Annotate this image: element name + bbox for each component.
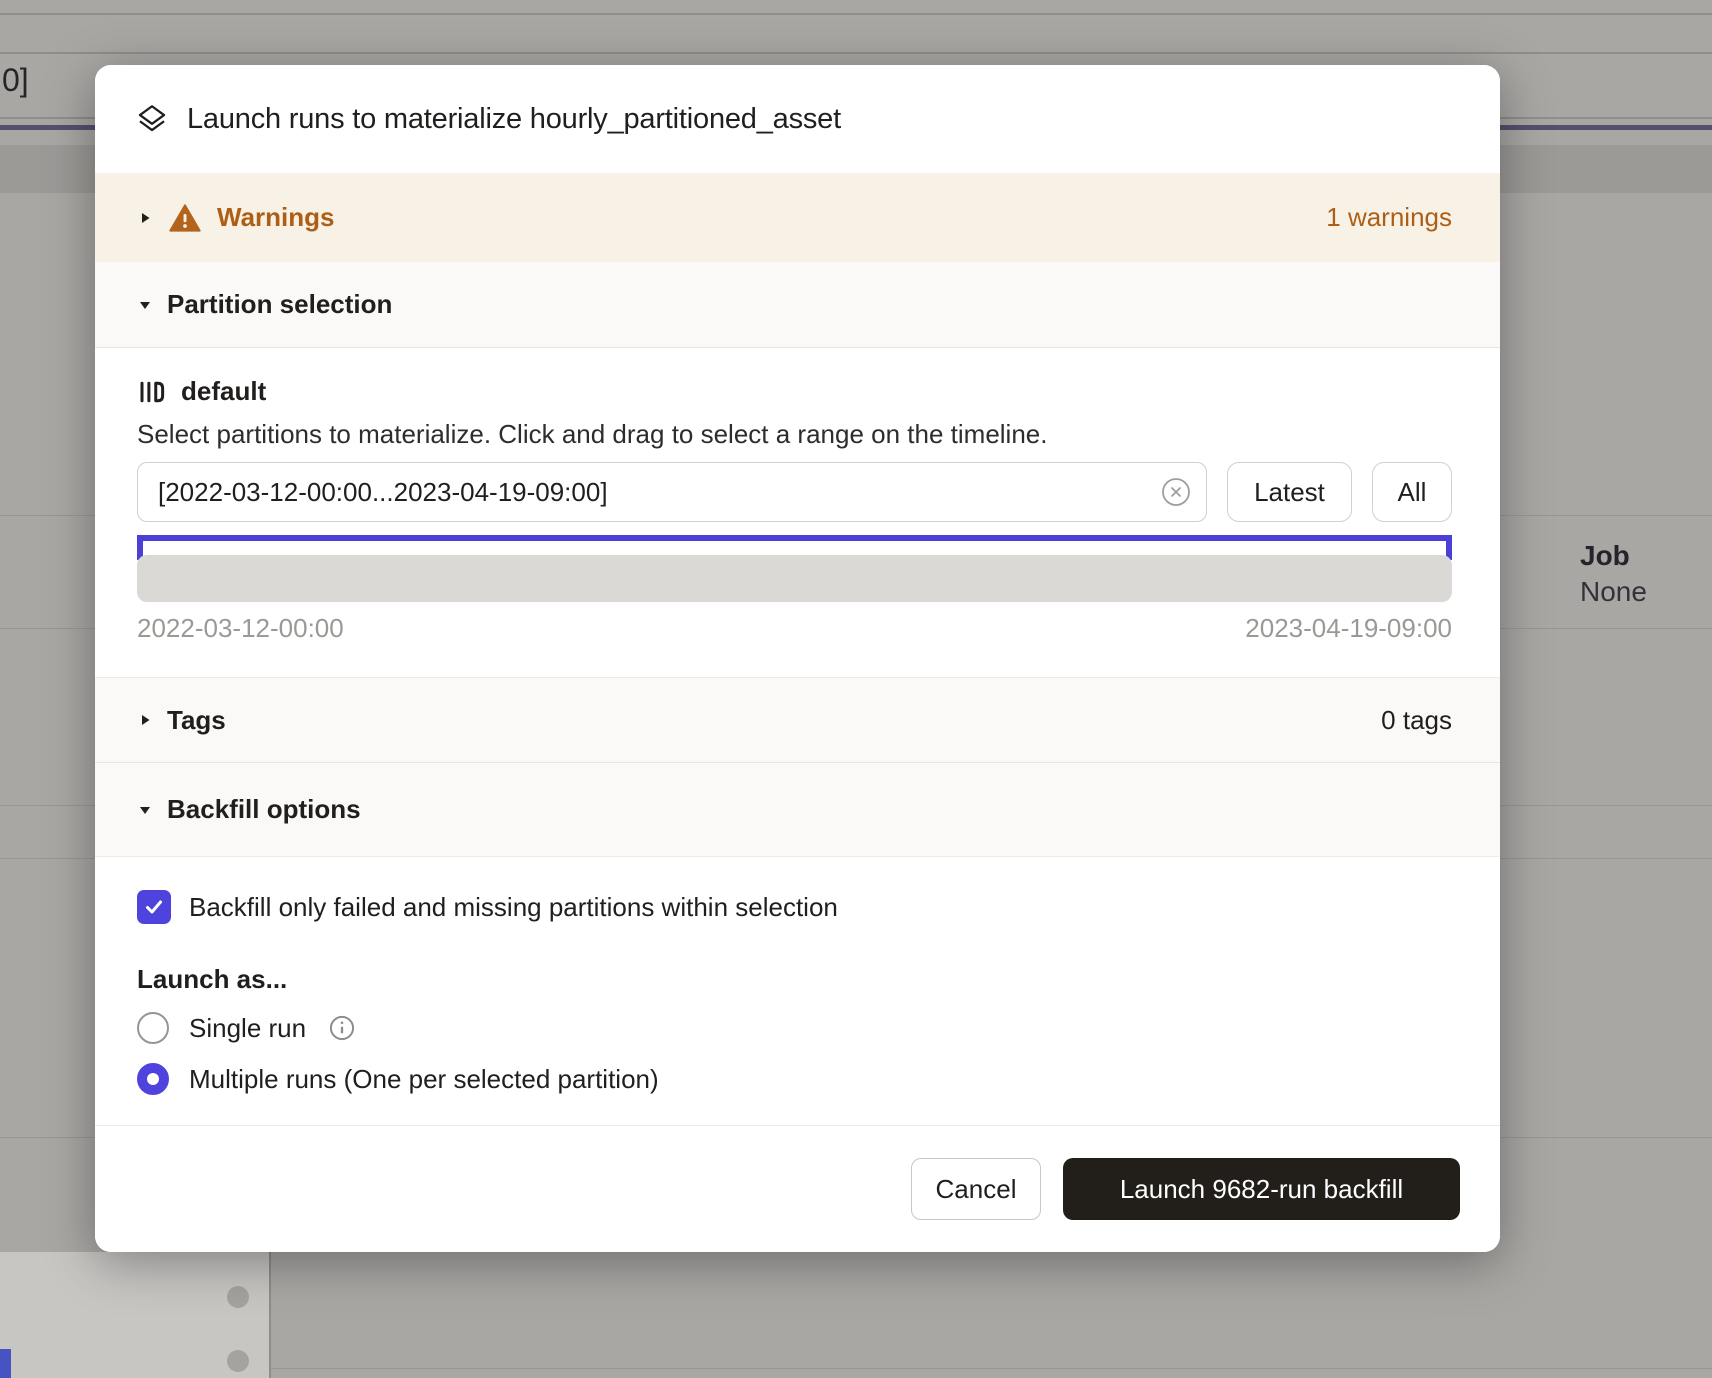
warning-icon — [169, 203, 201, 233]
partition-set-row: default — [137, 376, 1452, 407]
tags-label: Tags — [167, 705, 226, 736]
bg-status-dot — [227, 1286, 249, 1308]
bg-truncated-text: 0] — [2, 62, 29, 99]
single-run-label: Single run — [189, 1013, 306, 1044]
multiple-runs-radio-row[interactable]: Multiple runs (One per selected partitio… — [137, 1061, 1452, 1097]
radio-unselected[interactable] — [137, 1012, 169, 1044]
bg-job-column-value: None — [1580, 576, 1647, 608]
partition-range-input-wrap — [137, 462, 1207, 522]
partition-set-name: default — [181, 376, 266, 407]
check-icon — [143, 896, 165, 918]
all-button[interactable]: All — [1372, 462, 1452, 522]
backfill-checkbox-label: Backfill only failed and missing partiti… — [189, 892, 838, 923]
partition-set-icon — [137, 377, 167, 407]
bg-divider — [0, 52, 1712, 54]
backfill-only-failed-checkbox-row[interactable]: Backfill only failed and missing partiti… — [137, 890, 1452, 924]
partition-selection-toggle[interactable]: Partition selection — [95, 262, 1500, 348]
partition-selection-description: Select partitions to materialize. Click … — [137, 419, 1452, 450]
tags-section-toggle[interactable]: Tags 0 tags — [95, 677, 1500, 762]
screen: 0] Job None Launch runs to materialize h… — [0, 0, 1712, 1378]
bg-job-column-header: Job — [1580, 540, 1630, 572]
multiple-runs-label: Multiple runs (One per selected partitio… — [189, 1064, 659, 1095]
tags-count: 0 tags — [1381, 705, 1452, 736]
checkbox-checked[interactable] — [137, 890, 171, 924]
single-run-radio-row[interactable]: Single run — [137, 1010, 1452, 1046]
chevron-right-icon — [137, 210, 153, 226]
backfill-options-label: Backfill options — [167, 794, 361, 825]
bg-divider — [0, 13, 1712, 15]
launch-as-label: Launch as... — [137, 964, 1452, 995]
warnings-section-toggle[interactable]: Warnings 1 warnings — [95, 173, 1500, 262]
launch-backfill-dialog: Launch runs to materialize hourly_partit… — [95, 65, 1500, 1252]
timeline-end-label: 2023-04-19-09:00 — [1245, 613, 1452, 644]
backfill-options-toggle[interactable]: Backfill options — [95, 762, 1500, 857]
dialog-footer: Cancel Launch 9682-run backfill — [95, 1125, 1500, 1252]
warnings-label: Warnings — [217, 202, 334, 233]
clear-selection-button[interactable] — [1161, 477, 1191, 507]
dialog-header: Launch runs to materialize hourly_partit… — [95, 65, 1500, 173]
timeline-start-label: 2022-03-12-00:00 — [137, 613, 344, 644]
bg-status-dot — [227, 1350, 249, 1372]
partition-selection-content: default Select partitions to materialize… — [95, 348, 1500, 677]
partition-selection-label: Partition selection — [167, 289, 392, 320]
selection-range-line — [137, 535, 1452, 541]
partition-range-row: Latest All — [137, 462, 1452, 522]
asset-icon — [135, 102, 169, 136]
launch-backfill-button[interactable]: Launch 9682-run backfill — [1063, 1158, 1460, 1220]
info-icon[interactable] — [328, 1014, 356, 1042]
partition-timeline: 2022-03-12-00:00 2023-04-19-09:00 — [137, 535, 1452, 651]
chevron-down-icon — [137, 802, 153, 818]
warnings-count: 1 warnings — [1326, 202, 1452, 233]
chevron-down-icon — [137, 297, 153, 313]
clear-circle-x-icon — [1161, 477, 1191, 507]
backfill-options-content: Backfill only failed and missing partiti… — [95, 857, 1500, 1125]
partition-range-input[interactable] — [137, 462, 1207, 522]
latest-button[interactable]: Latest — [1227, 462, 1352, 522]
bg-focus-fragment — [0, 1349, 11, 1378]
timeline-date-labels: 2022-03-12-00:00 2023-04-19-09:00 — [137, 613, 1452, 644]
chevron-right-icon — [137, 712, 153, 728]
cancel-button[interactable]: Cancel — [911, 1158, 1041, 1220]
dialog-title: Launch runs to materialize hourly_partit… — [187, 103, 841, 136]
partition-timeline-track[interactable] — [137, 555, 1452, 602]
radio-selected[interactable] — [137, 1063, 169, 1095]
